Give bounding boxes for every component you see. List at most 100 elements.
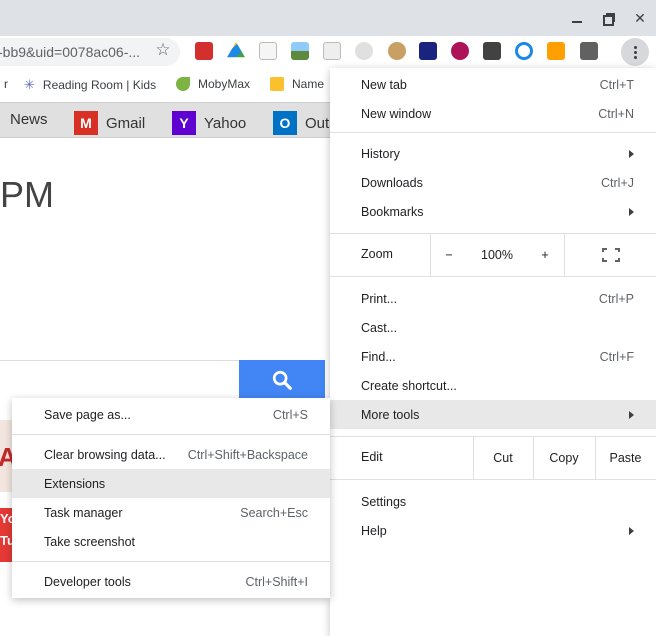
fullscreen-button[interactable] — [565, 233, 656, 276]
menu-cast[interactable]: Cast... — [330, 313, 656, 342]
menu-label: Print... — [361, 291, 398, 306]
submenu-arrow-icon — [629, 149, 634, 158]
bookmark-mobymax[interactable]: MobyMax — [176, 77, 250, 91]
menu-label: Settings — [361, 494, 407, 509]
menu-label: More tools — [361, 407, 420, 422]
menu-save-page[interactable]: Save page as... Ctrl+S — [12, 400, 330, 429]
menu-extensions[interactable]: Extensions — [12, 469, 330, 498]
nav-outlook-label: Out — [305, 114, 330, 132]
cut-button[interactable]: Cut — [473, 436, 533, 479]
extension-image-icon[interactable] — [291, 42, 309, 60]
menu-label: Task manager — [44, 505, 123, 520]
menu-new-window[interactable]: New window Ctrl+N — [330, 99, 656, 128]
zoom-in-button[interactable]: + — [526, 233, 564, 276]
fullscreen-icon — [601, 247, 620, 262]
menu-label: Developer tools — [44, 574, 131, 589]
menu-create-shortcut[interactable]: Create shortcut... — [330, 371, 656, 400]
search-button[interactable] — [239, 360, 325, 400]
edit-label: Edit — [361, 450, 383, 464]
nav-news[interactable]: News — [10, 111, 48, 128]
menu-label: History — [361, 146, 400, 161]
menu-print[interactable]: Print... Ctrl+P — [330, 284, 656, 313]
menu-zoom-row: Zoom − 100% + — [330, 233, 656, 276]
extension-bear-icon[interactable] — [355, 42, 373, 60]
menu-developer-tools[interactable]: Developer tools Ctrl+Shift+I — [12, 567, 330, 596]
menu-separator — [330, 276, 656, 277]
tile-thumbnail[interactable] — [0, 420, 17, 492]
menu-task-manager[interactable]: Task manager Search+Esc — [12, 498, 330, 527]
menu-edit-row: Edit Cut Copy Paste — [330, 436, 656, 479]
mobymax-icon — [176, 77, 190, 91]
menu-label: Save page as... — [44, 407, 131, 422]
menu-label: Create shortcut... — [361, 378, 457, 393]
menu-more-tools[interactable]: More tools — [330, 400, 656, 429]
menu-shortcut: Ctrl+Shift+Backspace — [187, 447, 308, 462]
chrome-main-menu: New tab Ctrl+T New window Ctrl+N History… — [330, 68, 656, 636]
nav-yahoo[interactable]: Y Yahoo — [172, 111, 246, 135]
extension-book-icon[interactable] — [195, 42, 213, 60]
menu-shortcut: Ctrl+S — [272, 407, 308, 422]
menu-find[interactable]: Find... Ctrl+F — [330, 342, 656, 371]
menu-take-screenshot[interactable]: Take screenshot — [12, 527, 330, 556]
outlook-icon: O — [273, 111, 297, 135]
menu-label: Clear browsing data... — [44, 447, 166, 462]
menu-shortcut: Ctrl+N — [598, 106, 634, 121]
extension-translate-icon[interactable] — [259, 42, 277, 60]
menu-bookmarks[interactable]: Bookmarks — [330, 197, 656, 226]
bookmark-star-icon[interactable]: ☆ — [153, 40, 173, 60]
nav-news-label: News — [10, 111, 48, 128]
zoom-label: Zoom — [361, 247, 393, 261]
minimize-icon[interactable] — [567, 8, 587, 28]
chrome-menu-icon[interactable] — [621, 38, 649, 66]
menu-separator — [330, 479, 656, 480]
bookmark-reading-room[interactable]: ✳ Reading Room | Kids — [24, 77, 156, 93]
bookmark-label: r — [4, 77, 8, 91]
paste-button[interactable]: Paste — [595, 436, 656, 479]
menu-label: Bookmarks — [361, 204, 424, 219]
extension-fox-icon[interactable] — [388, 42, 406, 60]
menu-separator — [12, 434, 330, 435]
copy-button[interactable]: Copy — [533, 436, 595, 479]
gmail-icon: M — [74, 111, 98, 135]
extension-reader-icon[interactable] — [323, 42, 341, 60]
extension-bulb-icon[interactable] — [580, 42, 598, 60]
menu-shortcut: Ctrl+T — [599, 77, 634, 92]
bookmark-name[interactable]: Name — [270, 77, 324, 91]
menu-new-tab[interactable]: New tab Ctrl+T — [330, 70, 656, 99]
window-titlebar: ✕ — [0, 0, 656, 36]
nav-gmail[interactable]: M Gmail — [74, 111, 145, 135]
extension-sync-icon[interactable] — [515, 42, 533, 60]
bookmark-item[interactable]: r — [0, 77, 8, 91]
restore-icon[interactable] — [598, 8, 618, 28]
close-icon[interactable]: ✕ — [630, 8, 650, 28]
extension-c-icon[interactable] — [483, 42, 501, 60]
menu-history[interactable]: History — [330, 139, 656, 168]
yahoo-icon: Y — [172, 111, 196, 135]
menu-label: Find... — [361, 349, 396, 364]
bookmark-label: Name — [292, 77, 325, 91]
menu-shortcut: Search+Esc — [240, 505, 308, 520]
extension-new-icon[interactable] — [419, 42, 437, 60]
menu-help[interactable]: Help — [330, 516, 656, 545]
menu-clear-browsing-data[interactable]: Clear browsing data... Ctrl+Shift+Backsp… — [12, 440, 330, 469]
menu-label: Downloads — [361, 175, 423, 190]
search-input[interactable] — [0, 360, 240, 361]
zoom-out-button[interactable]: − — [430, 233, 468, 276]
nav-outlook[interactable]: O Out — [273, 111, 329, 135]
menu-settings[interactable]: Settings — [330, 487, 656, 516]
extension-record-icon[interactable] — [451, 42, 469, 60]
menu-downloads[interactable]: Downloads Ctrl+J — [330, 168, 656, 197]
extension-mail-icon[interactable] — [547, 42, 565, 60]
menu-shortcut: Ctrl+F — [599, 349, 634, 364]
menu-shortcut: Ctrl+P — [598, 291, 634, 306]
youtube-tile-thumbnail[interactable]: You Tub — [0, 508, 12, 562]
bookmark-label: Reading Room | Kids — [42, 78, 157, 92]
menu-label: Extensions — [44, 476, 106, 491]
search-icon — [272, 370, 292, 390]
submenu-arrow-icon — [629, 526, 634, 535]
menu-separator — [12, 561, 330, 562]
menu-label: Cast... — [361, 320, 398, 335]
menu-shortcut: Ctrl+Shift+I — [245, 574, 308, 589]
nav-yahoo-label: Yahoo — [204, 114, 247, 132]
menu-label: New window — [361, 106, 432, 121]
